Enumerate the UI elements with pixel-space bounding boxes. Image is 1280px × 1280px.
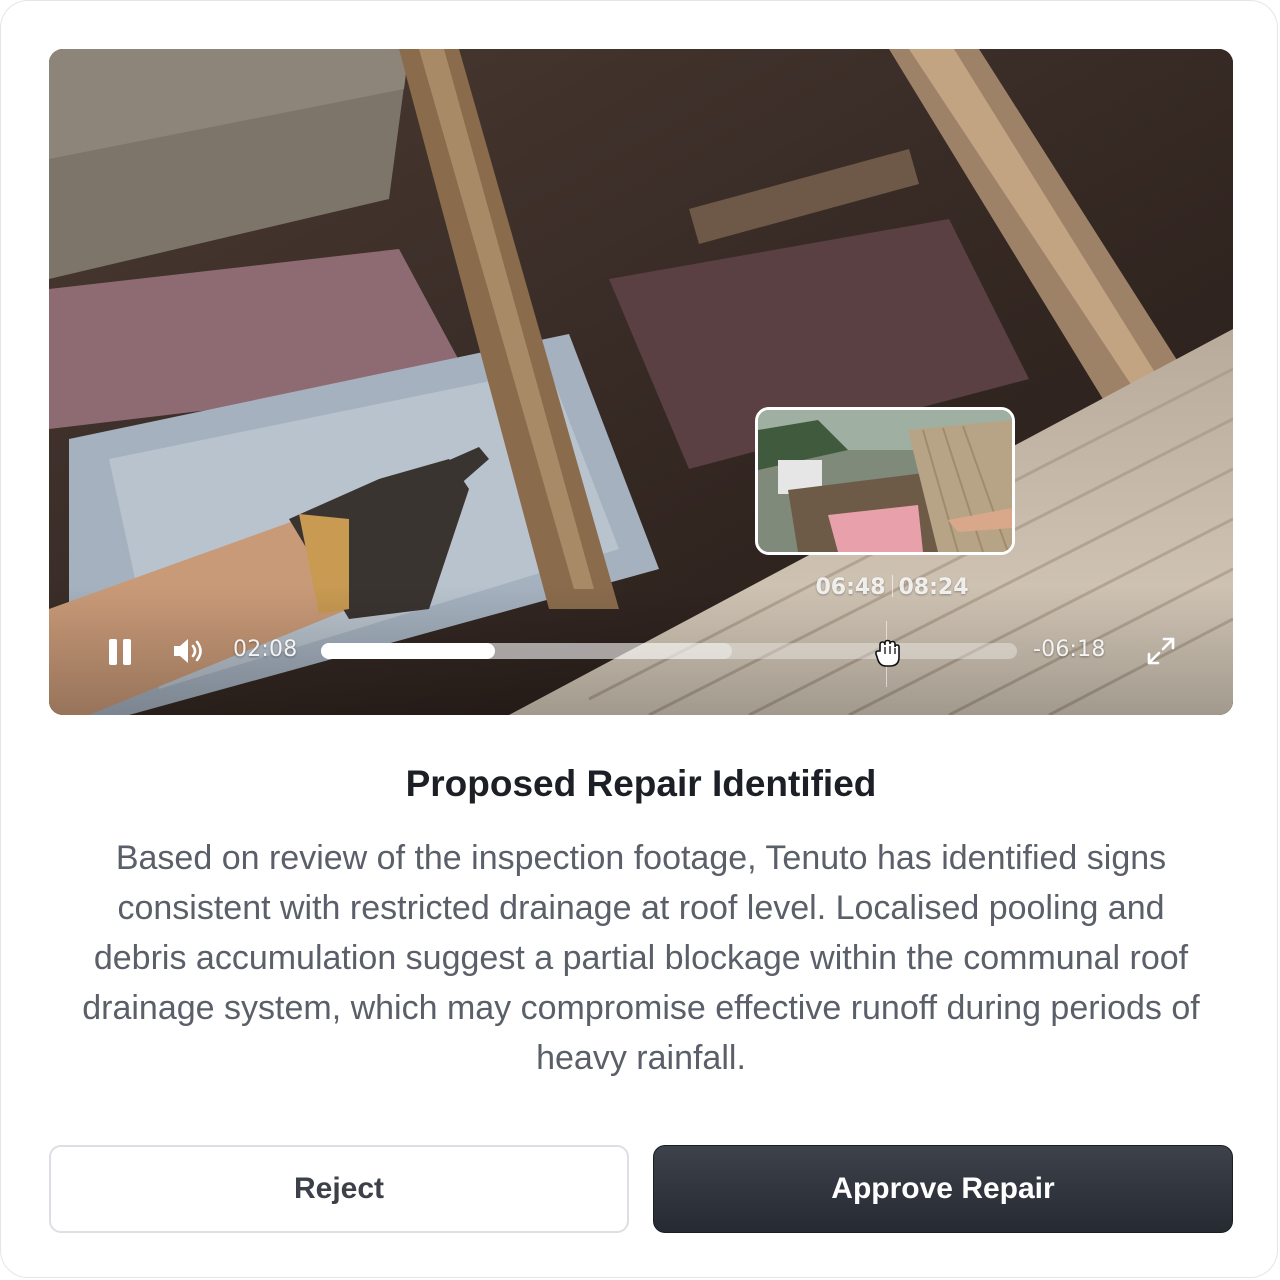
fullscreen-button[interactable] <box>1145 635 1177 667</box>
preview-frame <box>758 410 1012 552</box>
repair-card: 06:48 08:24 02:08 -06:18 Proposed Repair… <box>0 0 1278 1278</box>
hand-cursor-icon <box>875 639 900 667</box>
preview-time-readout: 06:48 08:24 <box>807 575 977 600</box>
pause-button[interactable] <box>105 637 135 667</box>
preview-duration: 08:24 <box>898 575 969 600</box>
preview-time: 06:48 <box>815 575 886 600</box>
result-description: Based on review of the inspection footag… <box>82 839 1200 1077</box>
scrub-preview-thumbnail <box>755 407 1015 555</box>
fullscreen-icon <box>1147 637 1175 665</box>
current-time: 02:08 <box>233 637 298 662</box>
remaining-time: -06:18 <box>1033 637 1106 662</box>
volume-button[interactable] <box>171 635 207 667</box>
seek-bar[interactable] <box>321 643 1017 659</box>
reject-button[interactable]: Reject <box>49 1145 629 1233</box>
video-player[interactable]: 06:48 08:24 02:08 -06:18 <box>49 49 1233 715</box>
approve-repair-button[interactable]: Approve Repair <box>653 1145 1233 1233</box>
preview-time-divider <box>891 575 893 597</box>
played-progress <box>321 643 495 659</box>
result-heading: Proposed Repair Identified <box>405 763 877 804</box>
volume-icon <box>174 639 202 663</box>
